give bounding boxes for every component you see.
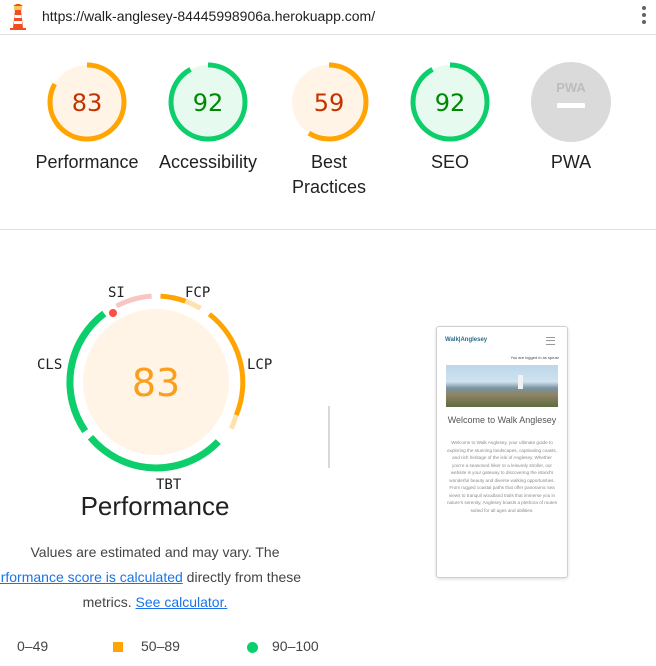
metric-arc-lcp-rest bbox=[228, 414, 239, 430]
hamburger-icon bbox=[546, 337, 555, 345]
metric-label-si: SI bbox=[108, 285, 125, 301]
explanation-line-1: Values are estimated and may vary. The bbox=[30, 544, 280, 560]
thumb-hero-image bbox=[446, 365, 558, 407]
legend-average: 50–89 bbox=[113, 638, 180, 654]
see-calculator-link[interactable]: See calculator. bbox=[136, 594, 228, 610]
orange-square-icon bbox=[113, 642, 123, 653]
gauge-seo-score: 92 bbox=[435, 89, 466, 117]
thumb-body-text: Welcome to Walk Anglesey, your ultimate … bbox=[446, 440, 558, 513]
page-url[interactable]: https://walk-anglesey-84445998906a.herok… bbox=[42, 8, 375, 24]
legend-pass: 90–100 bbox=[247, 638, 319, 654]
pwa-badge-text: PWA bbox=[556, 80, 586, 95]
lighthouse-tower bbox=[518, 375, 523, 389]
gauge-performance[interactable]: 83 Performance bbox=[26, 60, 148, 175]
green-circle-icon bbox=[247, 641, 258, 653]
gauge-performance-label: Performance bbox=[35, 152, 139, 172]
metric-si-marker bbox=[109, 309, 117, 317]
gauge-accessibility-score: 92 bbox=[193, 89, 224, 117]
metric-label-fcp: FCP bbox=[185, 285, 211, 301]
pwa-icon: PWA bbox=[531, 62, 611, 142]
metric-label-cls: CLS bbox=[37, 357, 63, 373]
metric-arc-fcp-rest bbox=[184, 298, 202, 311]
lighthouse-icon bbox=[10, 4, 26, 30]
thumb-login-text: You are logged in as sprusr bbox=[510, 355, 559, 360]
gauge-pwa-label: PWA bbox=[550, 152, 592, 172]
thumb-heading: Welcome to Walk Anglesey bbox=[447, 415, 557, 425]
explanation-line-2: directly from these bbox=[182, 569, 302, 585]
gauge-performance-ring: 83 bbox=[47, 62, 127, 142]
metric-label-lcp: LCP bbox=[247, 357, 273, 373]
score-calculation-link[interactable]: erformance score is calculated bbox=[0, 569, 183, 585]
performance-metrics-gauge: 83 bbox=[66, 293, 246, 472]
explanation-line-3: metrics. bbox=[82, 594, 136, 610]
metric-arc-fcp bbox=[160, 293, 187, 304]
final-screenshot-thumbnail[interactable]: Walk|Anglesey You are logged in as sprus… bbox=[436, 326, 568, 578]
gauge-accessibility-ring: 92 bbox=[168, 62, 248, 142]
vertical-separator bbox=[328, 406, 330, 468]
gauge-pwa[interactable]: PWA PWA bbox=[510, 60, 632, 175]
score-explanation: Values are estimated and may vary. The e… bbox=[0, 540, 310, 615]
gauge-accessibility-label: Accessibility bbox=[158, 152, 258, 172]
legend-fail: 0–49 bbox=[17, 638, 48, 654]
legend-fail-label: 0–49 bbox=[17, 638, 49, 654]
gauge-seo-ring: 92 bbox=[410, 62, 490, 142]
gauge-performance-score: 83 bbox=[72, 89, 103, 117]
gauge-accessibility[interactable]: 92 Accessibility bbox=[147, 60, 269, 175]
legend-average-label: 50–89 bbox=[141, 638, 180, 654]
kebab-menu-icon[interactable] bbox=[642, 6, 648, 26]
gauge-best-practices[interactable]: 59 Best Practices bbox=[268, 60, 390, 200]
gauge-best-practices-score: 59 bbox=[314, 89, 345, 117]
gauge-best-practices-ring: 59 bbox=[289, 62, 369, 142]
performance-section-title: Performance bbox=[80, 491, 230, 521]
thumb-brand: Walk|Anglesey bbox=[445, 337, 488, 343]
gauge-seo-label: SEO bbox=[430, 152, 469, 172]
gauge-seo[interactable]: 92 SEO bbox=[389, 60, 511, 175]
address-bar: https://walk-anglesey-84445998906a.herok… bbox=[0, 0, 656, 35]
legend-pass-label: 90–100 bbox=[272, 638, 319, 654]
section-divider bbox=[0, 229, 656, 230]
pwa-dash bbox=[557, 103, 585, 108]
performance-big-score: 83 bbox=[132, 361, 180, 405]
gauge-best-practices-label: Best Practices bbox=[291, 152, 367, 197]
